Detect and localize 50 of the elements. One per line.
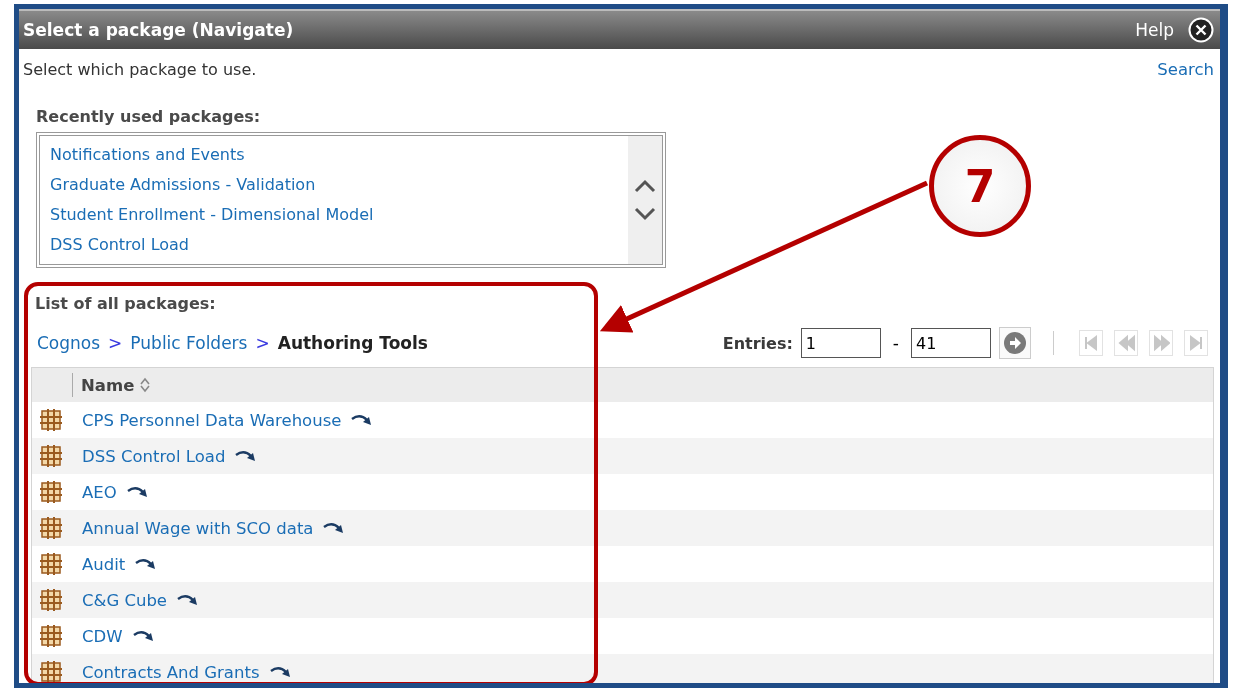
- package-icon: [40, 481, 62, 503]
- close-icon[interactable]: [1188, 17, 1214, 43]
- package-link[interactable]: Student Enrollment - Dimensional Model: [50, 200, 618, 230]
- step-number: 7: [929, 135, 1031, 237]
- package-link[interactable]: Annual Wage with SCO data: [82, 518, 314, 538]
- entries-label: Entries:: [722, 333, 793, 353]
- window-title: Select a package (Navigate): [23, 20, 294, 40]
- curved-arrow-icon[interactable]: [132, 630, 155, 642]
- package-icon: [40, 409, 62, 431]
- instruction-text: Select which package to use.: [23, 59, 257, 79]
- breadcrumb-separator: >: [108, 333, 123, 353]
- package-link[interactable]: C&G Cube: [82, 590, 168, 610]
- chevron-down-icon[interactable]: [634, 207, 656, 221]
- package-icon: [40, 661, 62, 683]
- curved-arrow-icon[interactable]: [135, 558, 158, 570]
- sort-icon[interactable]: [140, 377, 151, 393]
- package-link[interactable]: DSS Control Load: [82, 446, 226, 466]
- curved-arrow-icon[interactable]: [351, 414, 374, 426]
- entries-to-field[interactable]: 41: [911, 328, 991, 358]
- package-icon: [40, 589, 62, 611]
- help-link[interactable]: Help: [1135, 20, 1174, 40]
- scroll-bar[interactable]: [628, 136, 662, 264]
- breadcrumb-link[interactable]: Authoring Tools: [277, 333, 428, 353]
- curved-arrow-icon[interactable]: [126, 486, 149, 498]
- package-link[interactable]: Contracts And Grants: [82, 662, 260, 682]
- curved-arrow-icon[interactable]: [235, 450, 258, 462]
- search-link[interactable]: Search: [1157, 59, 1214, 79]
- package-link[interactable]: Audit: [82, 554, 126, 574]
- curved-arrow-icon[interactable]: [269, 666, 292, 678]
- breadcrumb-separator: >: [255, 333, 270, 353]
- breadcrumb-link[interactable]: Cognos: [37, 333, 101, 353]
- name-column-header[interactable]: Name: [72, 373, 151, 397]
- package-link[interactable]: Graduate Admissions - Validation: [50, 170, 618, 200]
- breadcrumb-link[interactable]: Public Folders: [130, 333, 248, 353]
- package-link[interactable]: CPS Personnel Data Warehouse: [82, 410, 342, 430]
- package-icon: [40, 445, 62, 467]
- section-heading: Recently used packages:: [36, 107, 262, 126]
- package-link[interactable]: Notifications and Events: [50, 140, 618, 170]
- package-icon: [40, 517, 62, 539]
- section-heading: List of all packages:: [34, 294, 217, 313]
- package-link[interactable]: DSS Control Load: [50, 230, 618, 260]
- package-link[interactable]: CDW: [82, 626, 123, 646]
- chevron-up-icon[interactable]: [634, 179, 656, 193]
- range-dash: -: [892, 333, 899, 353]
- package-icon: [40, 553, 62, 575]
- curved-arrow-icon[interactable]: [323, 522, 346, 534]
- entries-from-field[interactable]: 1: [800, 328, 881, 358]
- curved-arrow-icon[interactable]: [177, 594, 200, 606]
- package-link[interactable]: AEO: [82, 482, 117, 502]
- package-icon: [40, 625, 62, 647]
